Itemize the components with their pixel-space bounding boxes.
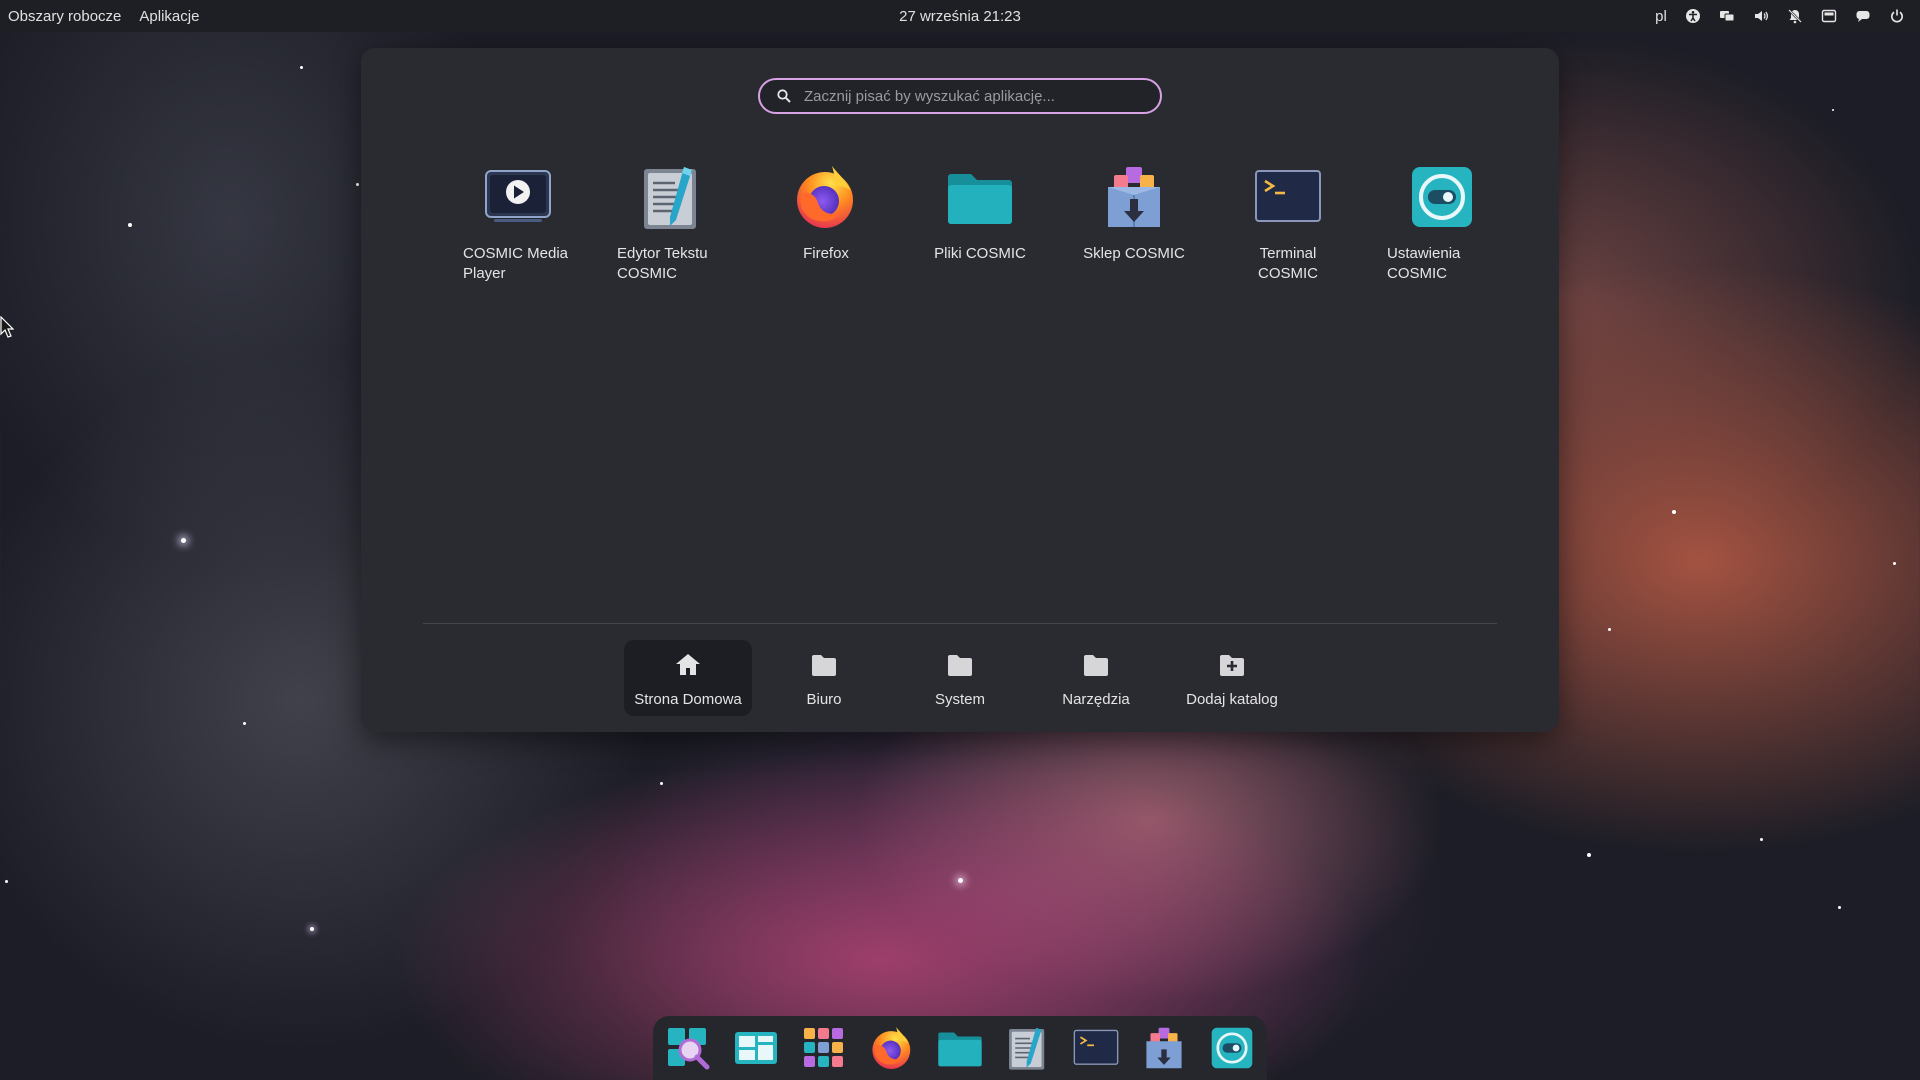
settings-icon [1407, 162, 1477, 232]
chat-icon[interactable] [1846, 0, 1880, 32]
app-label: Pliki COSMIC [934, 245, 1026, 262]
dock-app-grid[interactable] [796, 1020, 852, 1076]
folder-system[interactable]: System [896, 640, 1024, 716]
clock[interactable]: 27 września 21:23 [899, 8, 1021, 25]
app-files[interactable]: Pliki COSMIC [903, 160, 1057, 284]
battery-icon[interactable] [1812, 0, 1846, 32]
launcher-icon [668, 1028, 710, 1070]
terminal-icon [1073, 1029, 1119, 1065]
folder-office[interactable]: Biuro [760, 640, 888, 716]
accessibility-icon[interactable] [1676, 0, 1710, 32]
text-editor-icon [1009, 1027, 1045, 1070]
system-tray: pl [1646, 0, 1914, 32]
app-label: Terminal COSMIC [1258, 245, 1318, 282]
folder-icon [1084, 655, 1108, 676]
dock-settings[interactable] [1204, 1020, 1260, 1076]
workspaces-button[interactable]: Obszary robocze [0, 0, 130, 32]
divider [423, 623, 1497, 624]
store-icon [1146, 1027, 1182, 1069]
files-icon [938, 1032, 982, 1067]
add-folder-icon [1220, 655, 1244, 676]
applications-button[interactable]: Aplikacje [130, 0, 208, 32]
app-grid-icon [804, 1028, 843, 1067]
app-media-player[interactable]: COSMIC Media Player [441, 160, 595, 284]
firefox-icon [791, 162, 861, 232]
add-folder-button[interactable]: Dodaj katalog [1168, 640, 1296, 716]
dock [653, 1016, 1267, 1080]
top-panel-left: Obszary robocze Aplikacje [0, 0, 208, 32]
terminal-icon [1253, 162, 1323, 232]
dock-store[interactable] [1136, 1020, 1192, 1076]
app-label: Ustawienia COSMIC [1387, 245, 1461, 282]
home-icon [676, 654, 700, 675]
folder-label: Biuro [806, 691, 842, 708]
app-firefox[interactable]: Firefox [749, 160, 903, 284]
folder-tools[interactable]: Narzędzia [1032, 640, 1160, 716]
app-label: Firefox [803, 245, 849, 262]
dock-launcher[interactable] [660, 1020, 716, 1076]
folder-label: Dodaj katalog [1186, 691, 1278, 708]
files-icon [945, 162, 1015, 232]
power-icon[interactable] [1880, 0, 1914, 32]
notifications-off-icon[interactable] [1778, 0, 1812, 32]
app-settings[interactable]: Ustawienia COSMIC [1365, 160, 1519, 284]
app-launcher: COSMIC Media Player Edytor Tekstu COSMIC [361, 48, 1559, 732]
app-terminal[interactable]: Terminal COSMIC [1211, 160, 1365, 284]
media-player-icon [483, 162, 553, 232]
dock-files[interactable] [932, 1020, 988, 1076]
folder-label: Strona Domowa [634, 691, 742, 708]
settings-icon [1211, 1027, 1253, 1069]
mouse-cursor-icon [0, 316, 14, 338]
keyboard-layout-indicator[interactable]: pl [1646, 0, 1676, 32]
network-icon[interactable] [1710, 0, 1744, 32]
app-label: Sklep COSMIC [1083, 245, 1185, 262]
folder-label: System [934, 691, 985, 708]
search-input[interactable] [804, 87, 1134, 105]
volume-icon[interactable] [1744, 0, 1778, 32]
app-text-editor[interactable]: Edytor Tekstu COSMIC [595, 160, 749, 284]
app-label: COSMIC Media Player [463, 245, 569, 282]
app-label: Edytor Tekstu COSMIC [617, 245, 708, 282]
dock-workspaces[interactable] [728, 1020, 784, 1076]
firefox-icon [872, 1027, 911, 1069]
dock-firefox[interactable] [864, 1020, 920, 1076]
folder-bar: Strona Domowa Biuro System Narzędzia Dod… [624, 640, 1296, 716]
folder-icon [812, 655, 836, 676]
store-icon [1099, 162, 1169, 232]
top-panel: Obszary robocze Aplikacje 27 września 21… [0, 0, 1920, 32]
dock-text-editor[interactable] [1000, 1020, 1056, 1076]
text-editor-icon [637, 162, 707, 232]
search-field[interactable] [758, 78, 1162, 114]
app-store[interactable]: Sklep COSMIC [1057, 160, 1211, 284]
app-grid: COSMIC Media Player Edytor Tekstu COSMIC [441, 160, 1519, 284]
folder-home[interactable]: Strona Domowa [624, 640, 752, 716]
search-icon [777, 89, 791, 103]
dock-terminal[interactable] [1068, 1020, 1124, 1076]
folder-icon [948, 655, 972, 676]
workspaces-icon [735, 1032, 777, 1064]
folder-label: Narzędzia [1062, 691, 1130, 708]
